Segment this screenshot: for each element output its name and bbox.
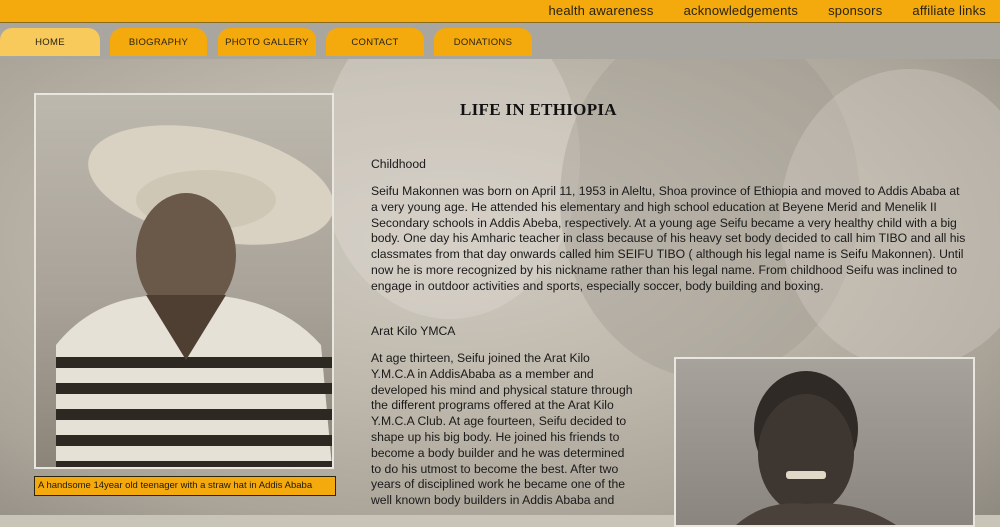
ymca-paragraph: At age thirteen, Seifu joined the Arat K… [371, 351, 633, 508]
portrait-photo [34, 93, 334, 469]
section-title-ymca: Arat Kilo YMCA [371, 324, 456, 338]
main-nav: HOME BIOGRAPHY PHOTO GALLERY CONTACT DON… [0, 23, 1000, 59]
section-title-childhood: Childhood [371, 157, 426, 171]
tab-photo-gallery[interactable]: PHOTO GALLERY [218, 28, 316, 56]
acknowledgements-link[interactable]: acknowledgements [684, 3, 799, 18]
health-awareness-link[interactable]: health awareness [548, 3, 653, 18]
young-man-image [736, 371, 896, 525]
childhood-paragraph: Seifu Makonnen was born on April 11, 195… [371, 184, 966, 293]
page-title: LIFE IN ETHIOPIA [460, 100, 617, 119]
photo-caption: A handsome 14year old teenager with a st… [34, 476, 336, 496]
sponsors-link[interactable]: sponsors [828, 3, 882, 18]
tab-home[interactable]: HOME [0, 28, 100, 56]
top-bar: health awareness acknowledgements sponso… [0, 0, 1000, 23]
portrait-image [56, 125, 332, 467]
tab-biography[interactable]: BIOGRAPHY [110, 28, 207, 56]
young-man-photo [674, 357, 975, 527]
tab-contact[interactable]: CONTACT [326, 28, 424, 56]
tab-donations[interactable]: DONATIONS [434, 28, 532, 56]
affiliate-links-link[interactable]: affiliate links [912, 3, 986, 18]
top-links: health awareness acknowledgements sponso… [548, 3, 986, 18]
